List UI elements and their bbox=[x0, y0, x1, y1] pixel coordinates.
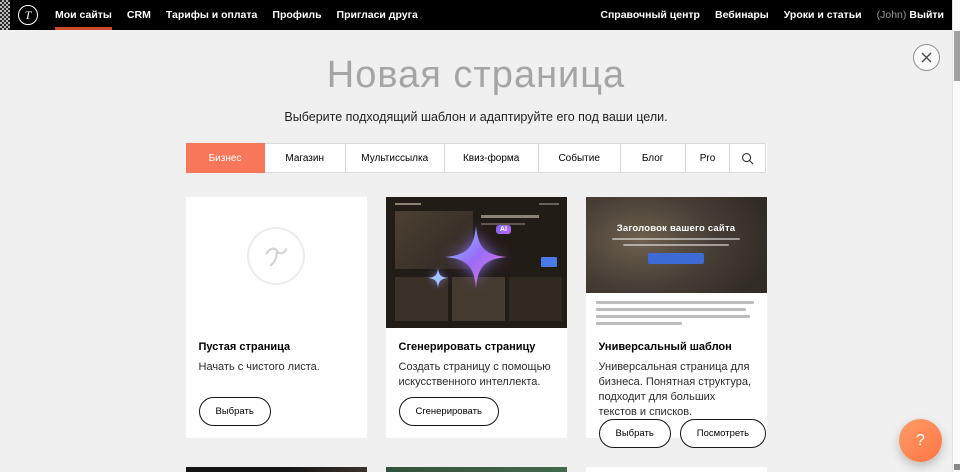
card-title: Универсальный шаблон bbox=[599, 341, 754, 353]
tab-quiz-form[interactable]: Квиз-форма bbox=[445, 143, 539, 173]
thumb-blue-button bbox=[541, 257, 557, 267]
tilda-logo-letter: T bbox=[25, 8, 32, 23]
close-icon bbox=[921, 52, 932, 63]
card-body: Сгенерировать страницу Создать страницу … bbox=[386, 328, 567, 438]
tab-blog[interactable]: Блог bbox=[621, 143, 686, 173]
thumb-paragraph-line bbox=[596, 301, 754, 304]
tab-search[interactable] bbox=[730, 143, 766, 173]
scrollbar-thumb[interactable] bbox=[954, 31, 960, 81]
card-actions: Выбрать Посмотреть bbox=[599, 419, 754, 448]
thumb-header-line bbox=[395, 203, 421, 205]
template-card-universal: Заголовок вашего сайта Универсальный шаб… bbox=[586, 197, 767, 438]
thumb-cta-button bbox=[648, 253, 704, 264]
universal-template-thumbnail: Заголовок вашего сайта bbox=[586, 197, 767, 328]
ai-badge: AI bbox=[496, 225, 511, 234]
top-navigation-bar: T Мои сайты CRM Тарифы и оплата Профиль … bbox=[0, 0, 952, 30]
close-button[interactable] bbox=[913, 44, 940, 71]
thumb-menu-line bbox=[539, 203, 559, 205]
card-actions: Сгенерировать bbox=[399, 397, 554, 426]
template-card-blank: Пустая страница Начать с чистого листа. … bbox=[186, 197, 367, 438]
tilda-logo[interactable]: T bbox=[18, 5, 38, 25]
card-description: Универсальная страница для бизнеса. Поня… bbox=[599, 360, 754, 419]
tab-pro[interactable]: Pro bbox=[686, 143, 731, 173]
thumb-paragraph-line bbox=[596, 322, 682, 325]
username-label: (John) bbox=[877, 9, 907, 21]
template-category-tabs: Бизнес Магазин Мультиссылка Квиз-форма С… bbox=[186, 143, 767, 173]
page-subtitle: Выберите подходящий шаблон и адаптируйте… bbox=[0, 110, 952, 124]
template-card-partial[interactable] bbox=[186, 467, 367, 472]
card-actions: Выбрать bbox=[199, 397, 354, 426]
page-title: Новая страница bbox=[0, 55, 952, 95]
template-card-ai-generate: AI Сгенерировать страницу Создать страни… bbox=[386, 197, 567, 438]
menu-item-crm[interactable]: CRM bbox=[127, 0, 151, 30]
tilda-watermark-ring bbox=[247, 227, 305, 285]
tab-business[interactable]: Бизнес bbox=[186, 143, 265, 173]
search-icon bbox=[741, 152, 754, 165]
tab-multilink[interactable]: Мультиссылка bbox=[346, 143, 445, 173]
secondary-menu: Справочный центр Вебинары Уроки и статьи… bbox=[585, 9, 952, 21]
menu-item-lessons[interactable]: Уроки и статьи bbox=[784, 9, 862, 21]
help-bubble-button[interactable]: ? bbox=[899, 419, 942, 462]
generate-button[interactable]: Сгенерировать bbox=[399, 397, 499, 426]
thumb-text-section bbox=[586, 293, 767, 328]
thumb-subtitle-line bbox=[612, 238, 740, 240]
thumb-paragraph-line bbox=[596, 315, 750, 318]
blank-template-thumbnail bbox=[186, 197, 367, 328]
logout-link[interactable]: Выйти bbox=[909, 9, 944, 21]
template-card-partial[interactable] bbox=[586, 467, 767, 472]
template-grid: Пустая страница Начать с чистого листа. … bbox=[186, 197, 767, 438]
card-title: Пустая страница bbox=[199, 341, 354, 353]
window-texture bbox=[0, 0, 10, 30]
menu-item-invite-friend[interactable]: Пригласи друга bbox=[337, 0, 418, 30]
thumb-subtitle-line bbox=[623, 244, 729, 246]
card-body: Универсальный шаблон Универсальная стран… bbox=[586, 328, 767, 460]
tab-event[interactable]: Событие bbox=[539, 143, 621, 173]
scrollbar-track bbox=[952, 0, 960, 472]
template-grid-next-row bbox=[186, 467, 767, 472]
primary-menu: Мои сайты CRM Тарифы и оплата Профиль Пр… bbox=[55, 0, 433, 30]
tilda-watermark-icon bbox=[259, 239, 293, 273]
ai-sparkle-small-icon bbox=[426, 266, 450, 290]
card-description: Создать страницу с помощью искусственног… bbox=[399, 360, 554, 390]
thumb-hero-title: Заголовок вашего сайта bbox=[617, 223, 736, 234]
scrollbar-end-marker bbox=[954, 464, 960, 470]
ai-template-thumbnail: AI bbox=[386, 197, 567, 328]
card-description: Начать с чистого листа. bbox=[199, 360, 354, 375]
thumb-paragraph-line bbox=[596, 308, 746, 311]
choose-blank-button[interactable]: Выбрать bbox=[199, 397, 271, 426]
thumb-text-line bbox=[481, 215, 539, 218]
menu-item-my-sites[interactable]: Мои сайты bbox=[55, 0, 112, 30]
menu-item-webinars[interactable]: Вебинары bbox=[715, 9, 769, 21]
choose-universal-button[interactable]: Выбрать bbox=[599, 419, 671, 448]
template-card-partial[interactable] bbox=[386, 467, 567, 472]
new-page-dialog: Новая страница Выберите подходящий шабло… bbox=[0, 30, 952, 472]
tab-shop[interactable]: Магазин bbox=[265, 143, 346, 173]
menu-item-help-center[interactable]: Справочный центр bbox=[600, 9, 700, 21]
menu-item-tariffs[interactable]: Тарифы и оплата bbox=[166, 0, 258, 30]
thumb-gallery-block bbox=[509, 277, 562, 321]
user-session: (John)Выйти bbox=[877, 9, 944, 21]
card-title: Сгенерировать страницу bbox=[399, 341, 554, 353]
preview-universal-button[interactable]: Посмотреть bbox=[680, 419, 766, 448]
card-body: Пустая страница Начать с чистого листа. … bbox=[186, 328, 367, 438]
menu-item-profile[interactable]: Профиль bbox=[272, 0, 321, 30]
thumb-hero-section: Заголовок вашего сайта bbox=[586, 197, 767, 293]
